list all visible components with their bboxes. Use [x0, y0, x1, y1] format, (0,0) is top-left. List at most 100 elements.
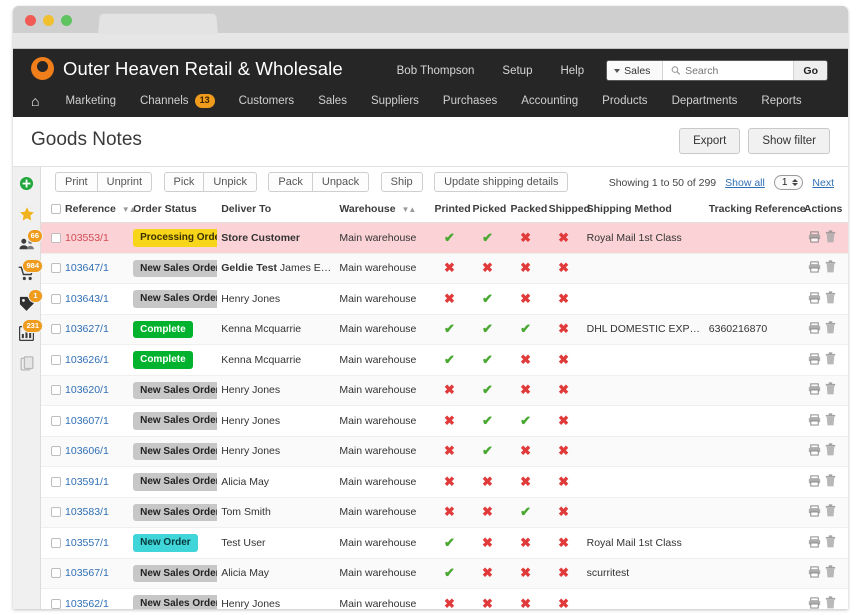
delete-icon[interactable]	[825, 535, 836, 548]
nav-home[interactable]: ⌂	[31, 90, 53, 112]
account-setup-link[interactable]: Setup	[488, 65, 546, 77]
row-checkbox[interactable]	[51, 446, 61, 457]
row-checkbox[interactable]	[51, 598, 61, 609]
delete-icon[interactable]	[825, 382, 836, 395]
export-button[interactable]: Export	[679, 128, 741, 154]
nav-accounting[interactable]: Accounting	[509, 91, 590, 111]
select-all-checkbox[interactable]	[51, 204, 61, 215]
table-row[interactable]: 103620/1 New Sales Order Henry Jones Main w…	[41, 375, 848, 406]
nav-reports[interactable]: Reports	[749, 91, 813, 111]
reference-link[interactable]: 103647/1	[65, 262, 109, 274]
window-zoom-button[interactable]	[61, 15, 72, 26]
nav-suppliers[interactable]: Suppliers	[359, 91, 431, 111]
rail-item-clipboard[interactable]	[13, 350, 40, 377]
print-icon[interactable]	[808, 231, 821, 243]
nav-departments[interactable]: Departments	[660, 91, 750, 111]
unpack-button[interactable]: Unpack	[312, 172, 370, 192]
brand[interactable]: Outer Heaven Retail & Wholesale	[31, 57, 343, 80]
delete-icon[interactable]	[825, 230, 836, 243]
delete-icon[interactable]	[825, 321, 836, 334]
print-icon[interactable]	[808, 597, 821, 609]
unpick-button[interactable]: Unpick	[204, 172, 257, 192]
account-user-link[interactable]: Bob Thompson	[383, 65, 489, 77]
table-row[interactable]: 103553/1 Processing Order Store Customer Ma…	[41, 222, 848, 254]
delete-icon[interactable]	[825, 443, 836, 456]
print-icon[interactable]	[808, 322, 821, 334]
print-icon[interactable]	[808, 444, 821, 456]
reference-link[interactable]: 103606/1	[65, 445, 109, 457]
reference-link[interactable]: 103553/1	[65, 232, 109, 244]
window-close-button[interactable]	[25, 15, 36, 26]
row-checkbox[interactable]	[51, 385, 61, 396]
print-icon[interactable]	[808, 353, 821, 365]
reference-link[interactable]: 103643/1	[65, 293, 109, 305]
reference-link[interactable]: 103607/1	[65, 415, 109, 427]
delete-icon[interactable]	[825, 596, 836, 609]
search-input[interactable]	[685, 64, 786, 77]
delete-icon[interactable]	[825, 260, 836, 273]
nav-marketing[interactable]: Marketing	[53, 91, 128, 111]
rail-item-orders[interactable]: 984	[13, 259, 43, 287]
delete-icon[interactable]	[825, 504, 836, 517]
reference-link[interactable]: 103557/1	[65, 537, 109, 549]
row-checkbox[interactable]	[51, 568, 61, 579]
row-checkbox[interactable]	[51, 476, 61, 487]
reference-link[interactable]: 103626/1	[65, 354, 109, 366]
reference-link[interactable]: 103583/1	[65, 506, 109, 518]
account-help-link[interactable]: Help	[546, 65, 598, 77]
table-row[interactable]: 103562/1 New Sales Order Henry Jones Main w…	[41, 588, 848, 609]
delete-icon[interactable]	[825, 474, 836, 487]
row-checkbox[interactable]	[51, 232, 61, 243]
show-all-link[interactable]: Show all	[725, 177, 765, 189]
show-filter-button[interactable]: Show filter	[748, 128, 830, 154]
row-checkbox[interactable]	[51, 263, 61, 274]
table-row[interactable]: 103606/1 New Sales Order Henry Jones Main w…	[41, 436, 848, 467]
search-scope-selector[interactable]: Sales	[607, 61, 664, 80]
row-checkbox[interactable]	[51, 354, 61, 365]
table-row[interactable]: 103607/1 New Sales Order Henry Jones Main w…	[41, 405, 848, 437]
nav-sales[interactable]: Sales	[306, 91, 359, 111]
print-icon[interactable]	[808, 475, 821, 487]
row-checkbox[interactable]	[51, 324, 61, 335]
page-number-select[interactable]: 1	[773, 175, 804, 190]
row-checkbox[interactable]	[51, 507, 61, 518]
rail-item-customers[interactable]: 66	[13, 229, 43, 257]
delete-icon[interactable]	[825, 565, 836, 578]
table-row[interactable]: 103643/1 New Sales Order Henry Jones Main w…	[41, 283, 848, 315]
reference-link[interactable]: 103591/1	[65, 476, 109, 488]
search-go-button[interactable]: Go	[793, 61, 827, 80]
row-checkbox[interactable]	[51, 537, 61, 548]
delete-icon[interactable]	[825, 352, 836, 365]
rail-item-favourites[interactable]	[13, 200, 40, 227]
nav-customers[interactable]: Customers	[227, 91, 307, 111]
print-icon[interactable]	[808, 414, 821, 426]
rail-item-add[interactable]	[13, 170, 40, 197]
ship-button[interactable]: Ship	[380, 172, 423, 192]
table-row[interactable]: 103591/1 New Sales Order Alicia May Main wa…	[41, 466, 848, 498]
print-icon[interactable]	[808, 536, 821, 548]
table-row[interactable]: 103557/1 New Order Test User Main warehouse…	[41, 527, 848, 559]
column-header-reference[interactable]: Reference ▼▲	[61, 197, 137, 223]
delete-icon[interactable]	[825, 291, 836, 304]
print-button[interactable]: Print	[55, 172, 98, 192]
unprint-button[interactable]: Unprint	[97, 172, 153, 192]
print-icon[interactable]	[808, 383, 821, 395]
reference-link[interactable]: 103567/1	[65, 567, 109, 579]
table-row[interactable]: 103626/1 Complete Kenna Mcquarrie Main ware…	[41, 344, 848, 376]
table-row[interactable]: 103567/1 New Sales Order Alicia May Main wa…	[41, 558, 848, 589]
table-row[interactable]: 103583/1 New Sales Order Tom Smith Main war…	[41, 497, 848, 528]
rail-item-products[interactable]: 1	[13, 289, 43, 317]
print-icon[interactable]	[808, 566, 821, 578]
window-minimize-button[interactable]	[43, 15, 54, 26]
nav-channels[interactable]: Channels 13	[128, 90, 227, 111]
delete-icon[interactable]	[825, 413, 836, 426]
column-header-warehouse[interactable]: Warehouse ▼▲	[335, 197, 431, 223]
pick-button[interactable]: Pick	[163, 172, 205, 192]
update-shipping-details-button[interactable]: Update shipping details	[434, 172, 569, 192]
nav-purchases[interactable]: Purchases	[431, 91, 509, 111]
row-checkbox[interactable]	[51, 293, 61, 304]
table-row[interactable]: 103627/1 Complete Kenna Mcquarrie Main ware…	[41, 314, 848, 345]
nav-products[interactable]: Products	[590, 91, 659, 111]
print-icon[interactable]	[808, 505, 821, 517]
reference-link[interactable]: 103620/1	[65, 384, 109, 396]
